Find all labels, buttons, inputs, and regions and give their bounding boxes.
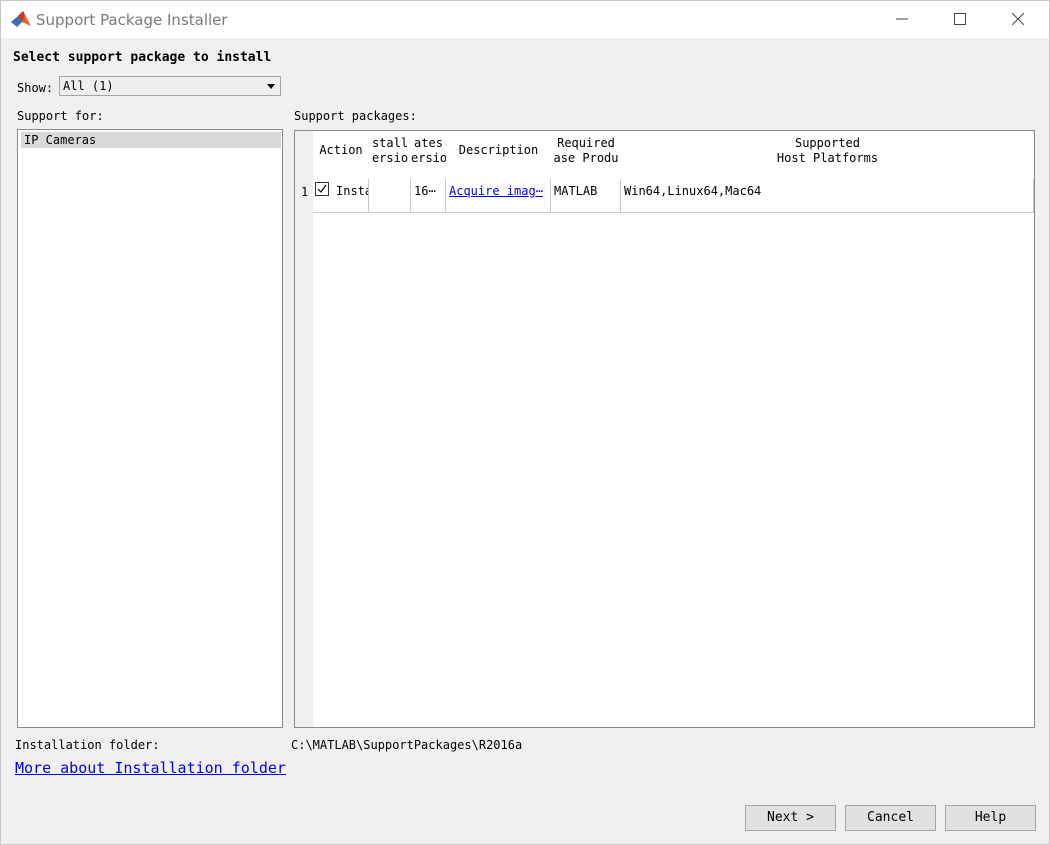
row-divider [445,179,446,212]
matlab-logo-icon [11,10,31,28]
latest-version-cell: 16⋯ [414,184,436,198]
row-number: 1 [301,185,309,199]
column-header-installed-version[interactable]: stall ersio [369,131,412,179]
support-for-label: Support for: [17,109,104,123]
installer-window: Support Package Installer Select support… [0,0,1050,845]
minimize-button[interactable] [874,1,932,38]
column-header-host-platforms[interactable]: Supported Host Platforms [621,131,1034,179]
action-cell: Insta [336,184,368,198]
row-header-column [295,131,313,727]
help-button[interactable]: Help [945,805,1036,831]
show-label: Show: [17,81,54,95]
chevron-down-icon [267,84,275,89]
row-divider [368,179,369,212]
installation-folder-label: Installation folder: [15,738,160,752]
column-header-latest-version[interactable]: ates ersio [411,131,447,179]
installation-folder-path: C:\MATLAB\SupportPackages\R2016a [291,738,523,752]
show-dropdown-value: All (1) [63,79,114,93]
title-bar[interactable]: Support Package Installer [1,1,1049,38]
maximize-button[interactable] [932,1,990,38]
row-divider [410,179,411,212]
install-checkbox[interactable] [315,182,329,196]
support-for-list[interactable]: IP Cameras [17,129,283,728]
next-button[interactable]: Next > [745,805,836,831]
cancel-button[interactable]: Cancel [845,805,936,831]
support-packages-label: Support packages: [294,109,417,123]
row-divider [620,179,621,212]
show-dropdown[interactable]: All (1) [59,76,281,96]
checkmark-icon [317,184,327,193]
window-title: Support Package Installer [36,11,228,29]
close-button[interactable] [990,1,1048,38]
row-bottom-border [313,212,1034,213]
required-product-cell: MATLAB [554,184,598,198]
support-packages-table[interactable]: Action stall ersio ates ersio Descriptio… [294,130,1035,728]
host-platforms-cell: Win64,Linux64,Mac64 [624,184,762,198]
row-divider [1033,179,1034,212]
column-header-required-product[interactable]: Required ase Produ [551,131,622,179]
page-title: Select support package to install [13,50,272,65]
more-about-installation-folder-link[interactable]: More about Installation folder [15,759,286,777]
list-item-ip-cameras[interactable]: IP Cameras [21,132,281,148]
row-divider [550,179,551,212]
column-header-description[interactable]: Description [446,131,552,179]
description-link[interactable]: Acquire imag⋯ [449,184,549,198]
column-header-action[interactable]: Action [313,131,370,179]
